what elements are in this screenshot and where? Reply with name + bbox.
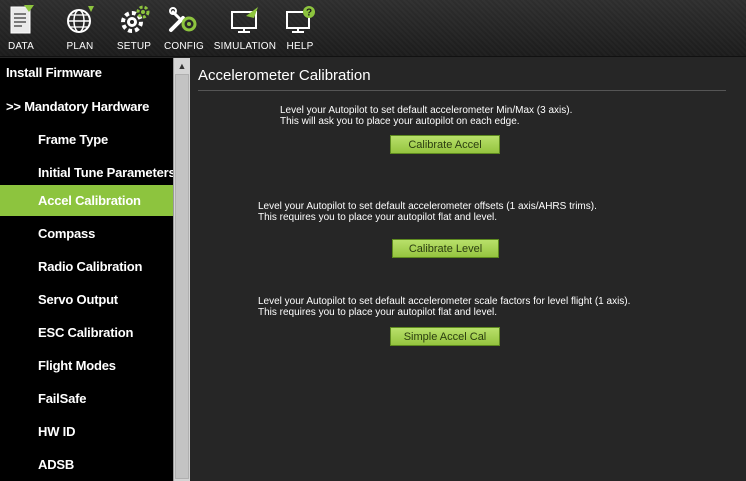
sidebar-item-hw-id[interactable]: HW ID <box>0 417 173 447</box>
sidebar-item-label: Radio Calibration <box>38 259 143 274</box>
accel-level-description-line2: This requires you to place your autopilo… <box>258 212 498 223</box>
toolbar-data-button[interactable]: DATA <box>4 0 38 57</box>
sidebar-item-label: ESC Calibration <box>38 325 134 340</box>
sidebar-item-flight-modes[interactable]: Flight Modes <box>0 351 173 381</box>
sidebar-item-install-firmware[interactable]: Install Firmware <box>0 58 173 88</box>
svg-text:?: ? <box>306 8 312 19</box>
scroll-up-arrow-icon[interactable]: ▲ <box>174 58 190 73</box>
sidebar-item-label: Compass <box>38 226 96 241</box>
accel-minmax-description-line2: This will ask you to place your autopilo… <box>280 116 520 127</box>
sidebar-item-label: Frame Type <box>38 132 109 147</box>
sidebar-item-servo-output[interactable]: Servo Output <box>0 285 173 315</box>
simple-accel-description-line1: Level your Autopilot to set default acce… <box>258 296 631 307</box>
toolbar-config-label: CONFIG <box>163 41 205 52</box>
accel-minmax-description-line1: Level your Autopilot to set default acce… <box>280 105 573 116</box>
sidebar-item-accel-calibration[interactable]: Accel Calibration <box>0 185 173 216</box>
toolbar-help-button[interactable]: ? HELP <box>282 0 318 57</box>
simple-accel-cal-button[interactable]: Simple Accel Cal <box>390 327 500 346</box>
accel-level-description-line1: Level your Autopilot to set default acce… <box>258 201 597 212</box>
sidebar-scrollbar[interactable]: ▲ <box>173 58 190 481</box>
sidebar-item-label: ADSB <box>38 457 75 472</box>
sidebar-item-initial-tune-parameters[interactable]: Initial Tune Parameters <box>0 158 173 188</box>
toolbar-setup-label: SETUP <box>116 41 152 52</box>
sidebar-item-mandatory-hardware[interactable]: >> Mandatory Hardware <box>0 92 173 122</box>
calibrate-accel-button[interactable]: Calibrate Accel <box>390 135 500 154</box>
toolbar-help-label: HELP <box>286 41 314 52</box>
calibrate-level-button[interactable]: Calibrate Level <box>392 239 499 258</box>
setup-gear-icon <box>121 5 150 33</box>
sidebar-item-label: Flight Modes <box>38 358 116 373</box>
toolbar-simulation-button[interactable]: SIMULATION <box>213 0 277 57</box>
toolbar-plan-label: PLAN <box>66 41 94 52</box>
scrollbar-thumb[interactable] <box>175 74 189 479</box>
sidebar-item-label: Initial Tune Parameters <box>38 165 173 180</box>
title-divider <box>198 90 726 91</box>
data-icon <box>10 5 34 34</box>
main-content: Accelerometer Calibration Level your Aut… <box>190 58 746 481</box>
toolbar-data-label: DATA <box>8 41 34 52</box>
toolbar-config-button[interactable]: CONFIG <box>163 0 205 57</box>
monitor-plane-icon <box>231 7 258 33</box>
sidebar-item-label: Install Firmware <box>6 65 102 80</box>
setup-sidebar: Install Firmware >> Mandatory Hardware F… <box>0 58 173 481</box>
sidebar-item-frame-type[interactable]: Frame Type <box>0 125 173 155</box>
top-toolbar: DATA PLAN SETUP CONFIG SIMULATION ? HELP <box>0 0 746 57</box>
globe-icon <box>67 6 94 33</box>
monitor-help-icon: ? <box>286 6 315 33</box>
toolbar-plan-button[interactable]: PLAN <box>62 0 98 57</box>
sidebar-item-compass[interactable]: Compass <box>0 219 173 249</box>
sidebar-item-esc-calibration[interactable]: ESC Calibration <box>0 318 173 348</box>
wrench-icon <box>169 7 197 32</box>
simple-accel-description-line2: This requires you to place your autopilo… <box>258 307 498 318</box>
sidebar-item-label: Servo Output <box>38 292 118 307</box>
toolbar-simulation-label: SIMULATION <box>213 41 277 52</box>
sidebar-item-radio-calibration[interactable]: Radio Calibration <box>0 252 173 282</box>
page-title: Accelerometer Calibration <box>198 67 371 84</box>
sidebar-item-label: FailSafe <box>38 391 87 406</box>
toolbar-setup-button[interactable]: SETUP <box>114 0 154 57</box>
sidebar-item-label: Accel Calibration <box>38 193 141 208</box>
sidebar-item-failsafe[interactable]: FailSafe <box>0 384 173 414</box>
sidebar-item-adsb[interactable]: ADSB <box>0 450 173 480</box>
sidebar-item-label: >> Mandatory Hardware <box>6 99 150 114</box>
sidebar-item-label: HW ID <box>38 424 76 439</box>
